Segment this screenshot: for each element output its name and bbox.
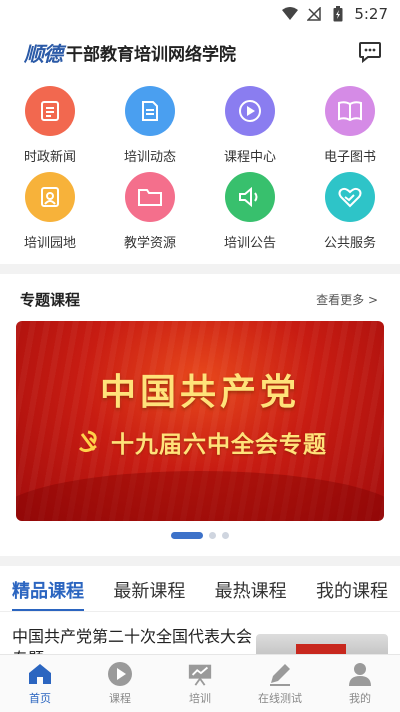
nav-online-test[interactable]: 在线测试: [240, 655, 320, 712]
banner-title: 中国共产党: [99, 371, 300, 413]
nav-home[interactable]: 首页: [0, 655, 80, 712]
carousel-dot[interactable]: [171, 532, 203, 539]
tab-latest-courses[interactable]: 最新课程: [113, 568, 185, 612]
tab-my-courses[interactable]: 我的课程: [316, 568, 388, 612]
message-button[interactable]: [356, 38, 384, 66]
nav-courses[interactable]: 课程: [80, 655, 160, 712]
nav-label: 课程: [109, 692, 131, 705]
document-icon: [125, 86, 175, 136]
featured-section-header: 专题课程 查看更多 >: [0, 286, 400, 312]
status-bar: 5:27: [0, 0, 400, 28]
nav-label: 首页: [29, 692, 51, 705]
banner-subtitle: 十九届六中全会专题: [111, 432, 327, 458]
speaker-icon: [225, 172, 275, 222]
party-emblem-icon: [73, 427, 103, 457]
bottom-navigation: 首页 课程 培训 在线测试 我的: [0, 654, 400, 712]
course-tabs: 精品课程 最新课程 最热课程 我的课程: [0, 568, 400, 612]
tab-hottest-courses[interactable]: 最热课程: [215, 568, 287, 612]
nav-label: 培训: [189, 692, 211, 705]
carousel-dot[interactable]: [222, 532, 229, 539]
carousel-indicator: [0, 532, 400, 539]
grid-item-training-garden[interactable]: 培训园地: [0, 172, 100, 258]
battery-charging-icon: [330, 6, 346, 22]
carousel-dot[interactable]: [209, 532, 216, 539]
grid-item-course-center[interactable]: 课程中心: [200, 86, 300, 172]
app-header: 顺德 干部教育培训网络学院: [0, 28, 400, 76]
home-icon: [27, 661, 53, 687]
heart-hands-icon: [325, 172, 375, 222]
grid-item-public-service[interactable]: 公共服务: [300, 172, 400, 258]
training-board-icon: [187, 661, 213, 687]
grid-item-label: 电子图书: [323, 150, 376, 165]
section-divider: [0, 264, 400, 274]
pencil-icon: [267, 661, 293, 687]
no-signal-icon: [306, 6, 322, 22]
play-icon: [225, 86, 275, 136]
grid-item-announcements[interactable]: 培训公告: [200, 172, 300, 258]
nav-label: 在线测试: [258, 692, 302, 705]
grid-item-label: 培训公告: [223, 236, 276, 251]
wifi-icon: [282, 6, 299, 22]
grid-item-label: 培训动态: [123, 150, 176, 165]
view-more-link[interactable]: 查看更多 >: [316, 291, 378, 308]
certificate-icon: [25, 172, 75, 222]
featured-banner[interactable]: 中国共产党 十九届六中全会专题: [16, 321, 384, 521]
news-icon: [25, 86, 75, 136]
app-title: 干部教育培训网络学院: [66, 44, 236, 65]
nav-training[interactable]: 培训: [160, 655, 240, 712]
chat-bubble-icon: [359, 42, 381, 63]
course-thumbnail: [256, 634, 388, 654]
function-grid: 时政新闻 培训动态 课程中心 电子图书 培训园地 教学资源 培训公告 公共服务: [0, 86, 400, 256]
grid-item-teaching-resources[interactable]: 教学资源: [100, 172, 200, 258]
grid-item-ebooks[interactable]: 电子图书: [300, 86, 400, 172]
grid-item-label: 公共服务: [323, 236, 376, 251]
tab-premium-courses[interactable]: 精品课程: [12, 568, 84, 612]
folder-icon: [125, 172, 175, 222]
grid-item-training-news[interactable]: 培训动态: [100, 86, 200, 172]
grid-item-label: 课程中心: [223, 150, 276, 165]
section-divider: [0, 556, 400, 566]
section-title: 专题课程: [20, 290, 81, 309]
play-circle-icon: [107, 661, 133, 687]
course-list-item[interactable]: 中国共产党第二十次全国代表大会专题: [0, 614, 400, 654]
course-title: 中国共产党第二十次全国代表大会专题: [12, 627, 253, 654]
book-icon: [325, 86, 375, 136]
person-icon: [347, 661, 373, 687]
grid-item-label: 培训园地: [23, 236, 76, 251]
nav-profile[interactable]: 我的: [320, 655, 400, 712]
grid-item-label: 时政新闻: [23, 150, 76, 165]
nav-label: 我的: [349, 692, 371, 705]
app-logo: 顺德: [24, 41, 63, 66]
banner-subtitle-row: 十九届六中全会专题: [16, 425, 384, 459]
grid-item-label: 教学资源: [123, 236, 176, 251]
status-time: 5:27: [354, 5, 388, 23]
grid-item-news[interactable]: 时政新闻: [0, 86, 100, 172]
